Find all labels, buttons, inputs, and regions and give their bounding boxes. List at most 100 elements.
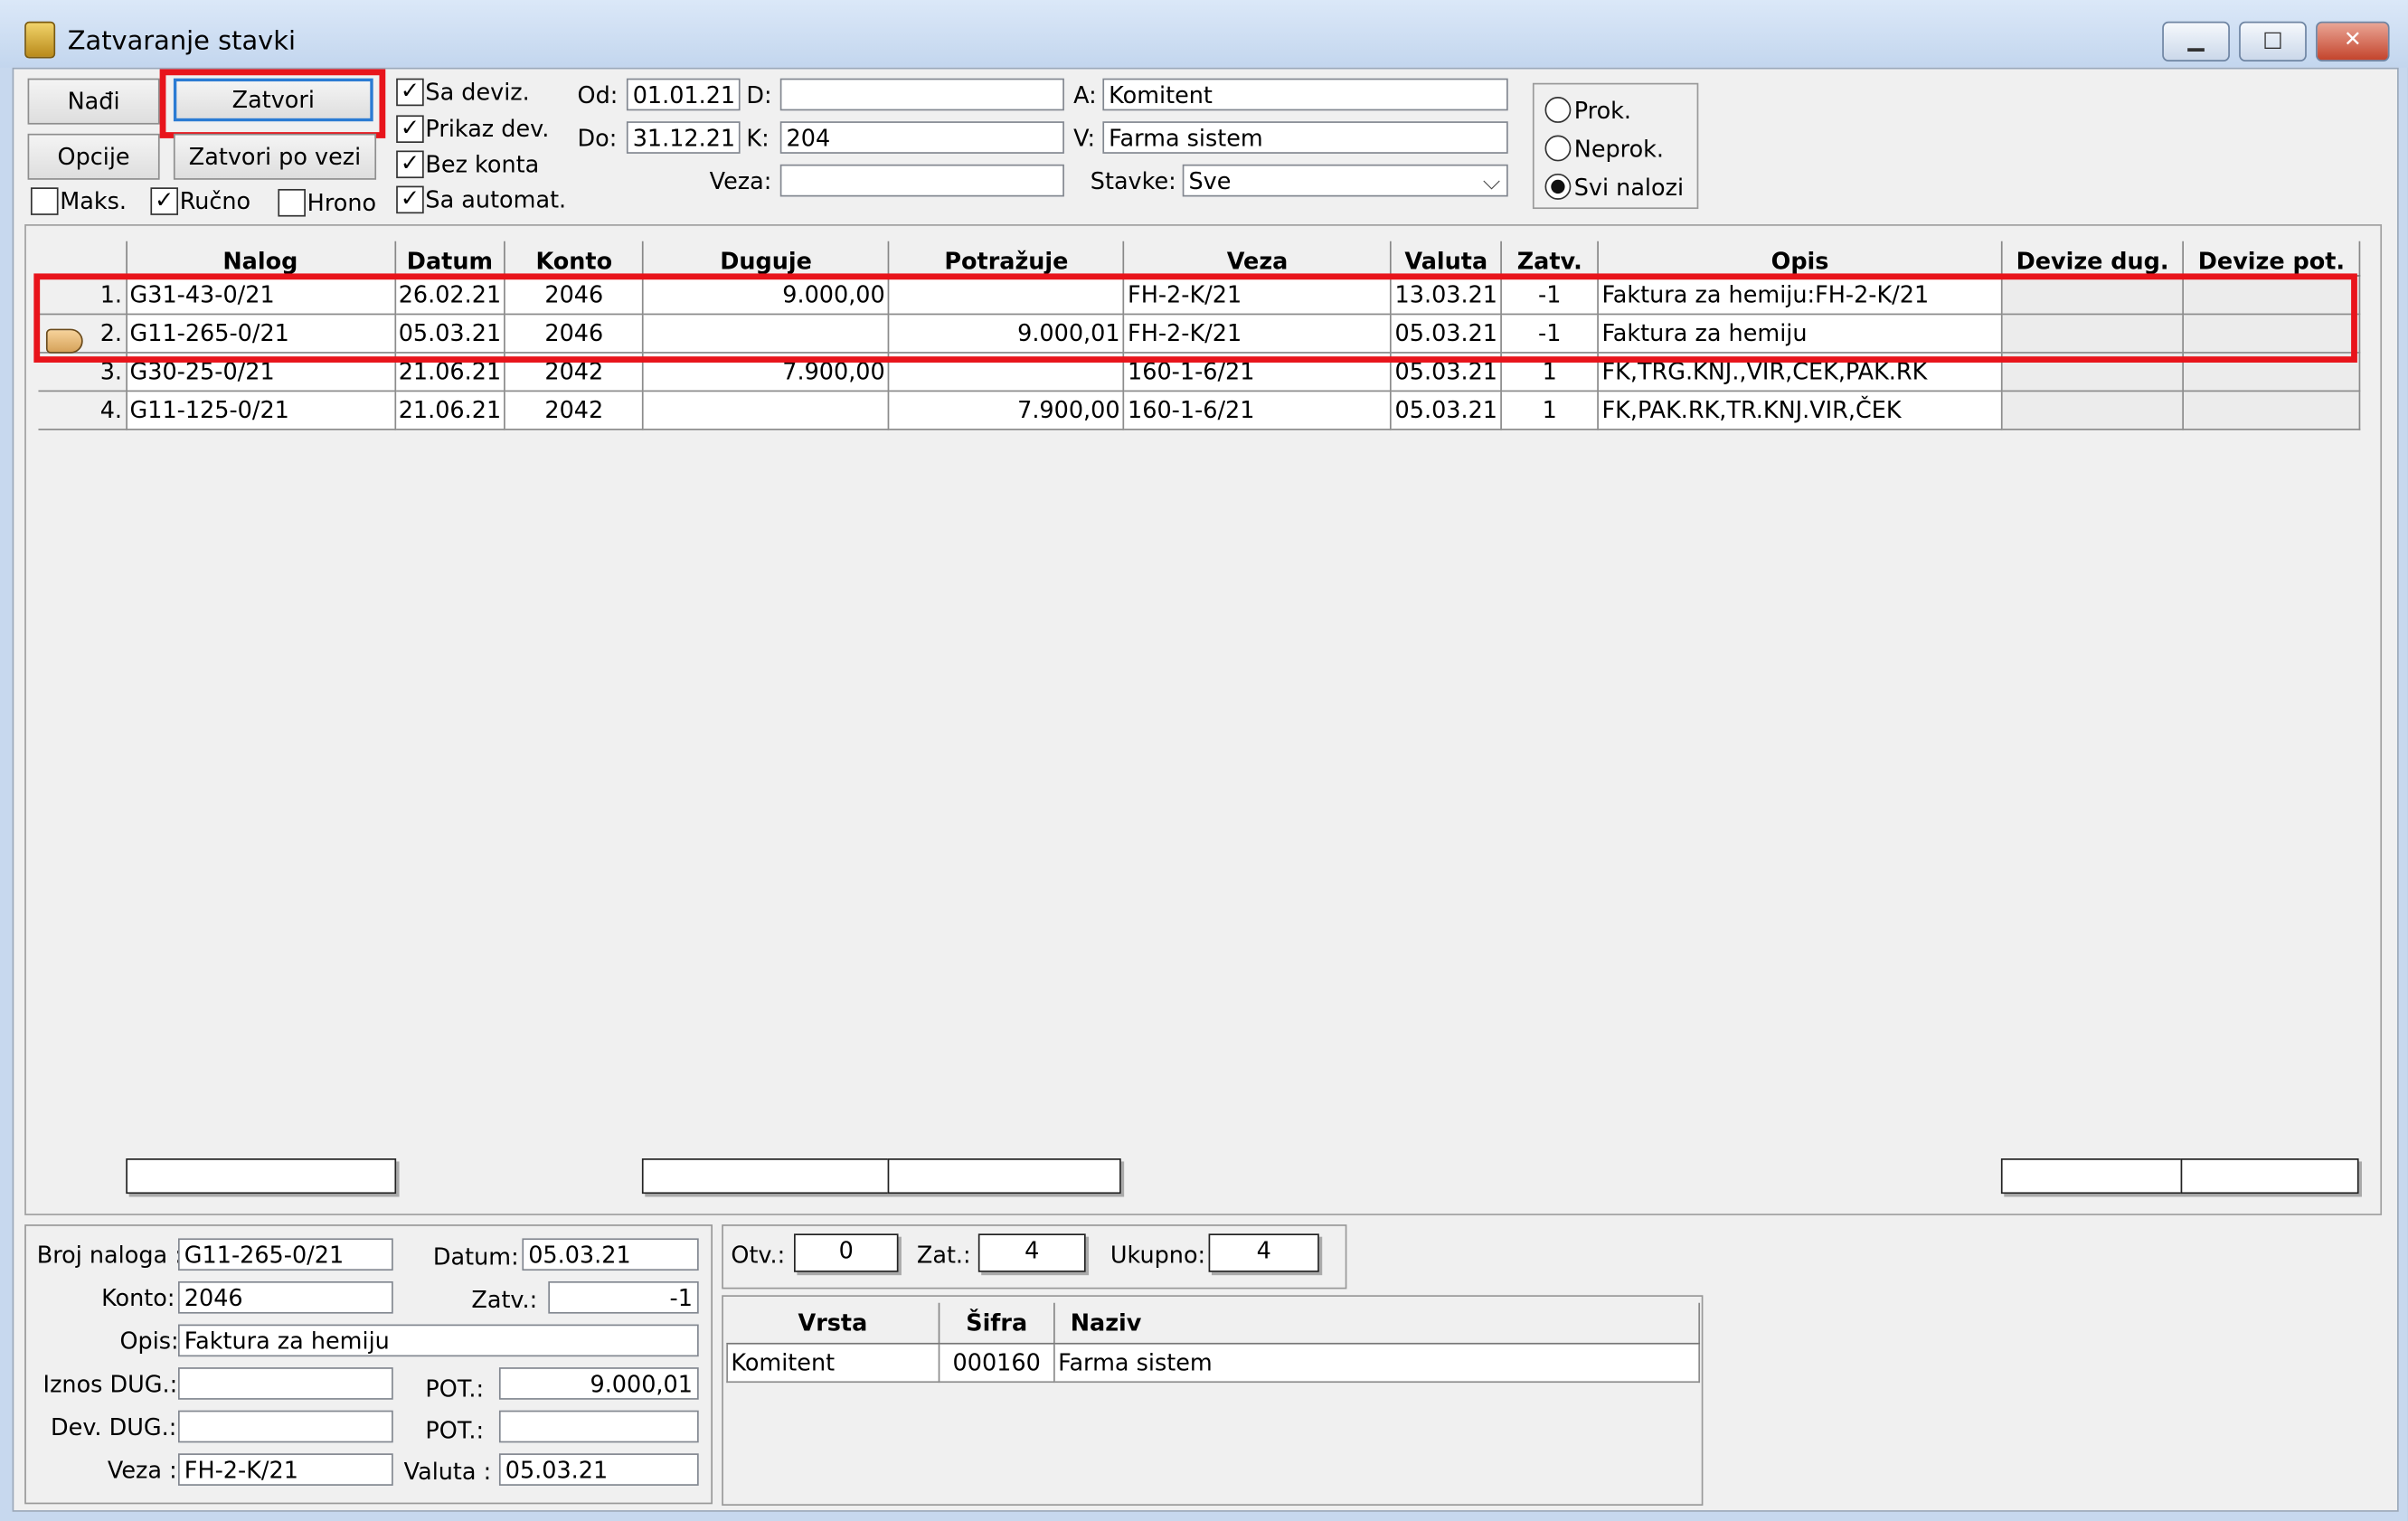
- cell-duguje[interactable]: [642, 390, 890, 430]
- sa-automat-checkbox[interactable]: ✓: [396, 185, 424, 214]
- close-by-link-button[interactable]: Zatvori po vezi: [173, 133, 377, 180]
- cell-konto[interactable]: 2042: [504, 390, 645, 430]
- konto-detail-label: Konto:: [101, 1284, 175, 1312]
- prikaz-dev-label: Prikaz dev.: [425, 115, 550, 144]
- konto-detail-field[interactable]: 2046: [178, 1280, 393, 1314]
- bez-konta-label: Bez konta: [425, 150, 540, 179]
- cell-devize-dug[interactable]: [2001, 390, 2185, 430]
- cell-devize-pot[interactable]: [2182, 390, 2361, 430]
- valuta-detail-label: Valuta :: [403, 1458, 492, 1486]
- v-label: V:: [1073, 124, 1096, 153]
- v-input[interactable]: Farma sistem: [1102, 121, 1508, 154]
- max-checkbox[interactable]: [30, 187, 59, 215]
- prok-radio[interactable]: [1544, 97, 1572, 123]
- minimize-button[interactable]: ▁: [2162, 21, 2230, 61]
- find-button[interactable]: Nađi: [27, 78, 160, 125]
- close-icon: ✕: [2343, 27, 2362, 52]
- column-header-datum[interactable]: Datum: [394, 241, 506, 277]
- zatv-detail-label: Zatv.:: [471, 1286, 538, 1314]
- table-row[interactable]: 4. G11-125-0/21 21.06.21 2042 7.900,00 1…: [38, 390, 2361, 430]
- opis-detail-label: Opis:: [119, 1327, 179, 1356]
- sa-deviz-checkbox[interactable]: ✓: [396, 78, 424, 107]
- valuta-detail-field[interactable]: 05.03.21: [498, 1453, 699, 1486]
- application-window: Zatvaranje stavki ▁ □ ✕ Nađi Zatvori Opc…: [0, 0, 2408, 1521]
- row-number-header: [38, 241, 127, 277]
- row-number: 4.: [38, 390, 127, 430]
- options-button[interactable]: Opcije: [27, 133, 160, 180]
- prikaz-dev-checkbox[interactable]: ✓: [396, 115, 424, 144]
- broj-naloga-field[interactable]: G11-265-0/21: [178, 1238, 393, 1271]
- do-date-input[interactable]: 31.12.21: [626, 121, 741, 154]
- cell-datum[interactable]: 21.06.21: [393, 390, 506, 430]
- ukupno-count: 4: [1208, 1233, 1319, 1272]
- od-date-input[interactable]: 01.01.21: [626, 78, 741, 111]
- maximize-icon: □: [2262, 27, 2283, 52]
- stavke-select[interactable]: Sve ⌵: [1182, 164, 1508, 197]
- ukupno-label: Ukupno:: [1110, 1241, 1206, 1270]
- iznos-dug-field[interactable]: [178, 1367, 393, 1400]
- dev-pot-field[interactable]: [498, 1410, 699, 1443]
- od-label: Od:: [577, 81, 619, 109]
- cell-potrazuje[interactable]: 7.900,00: [888, 390, 1125, 430]
- column-header-konto[interactable]: Konto: [505, 241, 645, 277]
- maximize-button[interactable]: □: [2239, 21, 2307, 61]
- neprok-label: Neprok.: [1573, 135, 1665, 164]
- sa-deviz-label: Sa deviz.: [425, 78, 530, 107]
- svi-nalozi-radio[interactable]: [1544, 173, 1572, 200]
- cell-veza[interactable]: 160-1-6/21: [1122, 390, 1393, 430]
- column-header-zatv[interactable]: Zatv.: [1501, 241, 1600, 277]
- bez-konta-checkbox[interactable]: ✓: [396, 150, 424, 179]
- max-label: Maks.: [60, 187, 127, 215]
- otv-count: 0: [794, 1233, 899, 1272]
- partner-panel: Vrsta Šifra Naziv Komitent 000160 Farma …: [722, 1295, 1704, 1507]
- sa-automat-label: Sa automat.: [425, 185, 567, 214]
- table-row[interactable]: Komitent 000160 Farma sistem: [726, 1342, 1701, 1384]
- column-header-devize-dug[interactable]: Devize dug.: [2001, 241, 2185, 277]
- datum-detail-field[interactable]: 05.03.21: [522, 1238, 699, 1271]
- column-header-devize-pot[interactable]: Devize pot.: [2183, 241, 2361, 277]
- dev-pot-label: POT.:: [425, 1416, 485, 1445]
- column-header-sifra[interactable]: Šifra: [939, 1302, 1055, 1345]
- chrono-label: Hrono: [307, 188, 377, 217]
- cell-valuta[interactable]: 05.03.21: [1390, 390, 1503, 430]
- svi-nalozi-label: Svi nalozi: [1573, 173, 1685, 202]
- dev-dug-field[interactable]: [178, 1410, 393, 1443]
- cell-sifra[interactable]: 000160: [938, 1342, 1055, 1384]
- broj-naloga-label: Broj naloga :: [36, 1241, 183, 1270]
- title-bar[interactable]: [0, 0, 2408, 68]
- a-label: A:: [1073, 81, 1097, 109]
- column-header-nalog[interactable]: Nalog: [126, 241, 396, 277]
- column-header-vrsta[interactable]: Vrsta: [727, 1302, 940, 1345]
- chevron-down-icon: ⌵: [1482, 167, 1501, 195]
- k-input[interactable]: 204: [779, 121, 1064, 154]
- close-items-button[interactable]: Zatvori: [173, 78, 373, 122]
- manual-checkbox[interactable]: ✓: [150, 187, 179, 215]
- cell-opis[interactable]: FK,PAK.RK,TR.KNJ.VIR,ČEK: [1597, 390, 2003, 430]
- prok-label: Prok.: [1573, 97, 1632, 125]
- highlight-box-selected-rows: [33, 273, 2357, 363]
- close-window-button[interactable]: ✕: [2316, 21, 2390, 61]
- zat-label: Zat.:: [916, 1241, 971, 1270]
- column-header-duguje[interactable]: Duguje: [643, 241, 890, 277]
- a-input[interactable]: Komitent: [1102, 78, 1508, 111]
- veza-detail-field[interactable]: FH-2-K/21: [178, 1453, 393, 1486]
- cell-nalog[interactable]: G11-125-0/21: [125, 390, 396, 430]
- column-header-opis[interactable]: Opis: [1598, 241, 2003, 277]
- cell-zatv[interactable]: 1: [1500, 390, 1600, 430]
- cell-naziv[interactable]: Farma sistem: [1053, 1342, 1701, 1384]
- grid-header-row: Nalog Datum Konto Duguje Potražuje Veza …: [38, 241, 2361, 277]
- zatv-detail-field[interactable]: -1: [548, 1280, 699, 1314]
- column-header-potrazuje[interactable]: Potražuje: [888, 241, 1125, 277]
- cell-vrsta[interactable]: Komitent: [726, 1342, 940, 1384]
- neprok-radio[interactable]: [1544, 135, 1572, 162]
- column-header-veza[interactable]: Veza: [1123, 241, 1393, 277]
- veza-filter-input[interactable]: [779, 164, 1064, 197]
- column-header-naziv[interactable]: Naziv: [1053, 1302, 1701, 1345]
- d-input[interactable]: [779, 78, 1064, 111]
- opis-detail-field[interactable]: Faktura za hemiju: [178, 1324, 699, 1357]
- pot-field[interactable]: 9.000,01: [498, 1367, 699, 1400]
- column-header-valuta[interactable]: Valuta: [1391, 241, 1503, 277]
- iznos-dug-label: Iznos DUG.:: [42, 1370, 178, 1399]
- chrono-checkbox[interactable]: [278, 188, 306, 217]
- veza-filter-label: Veza:: [709, 167, 772, 195]
